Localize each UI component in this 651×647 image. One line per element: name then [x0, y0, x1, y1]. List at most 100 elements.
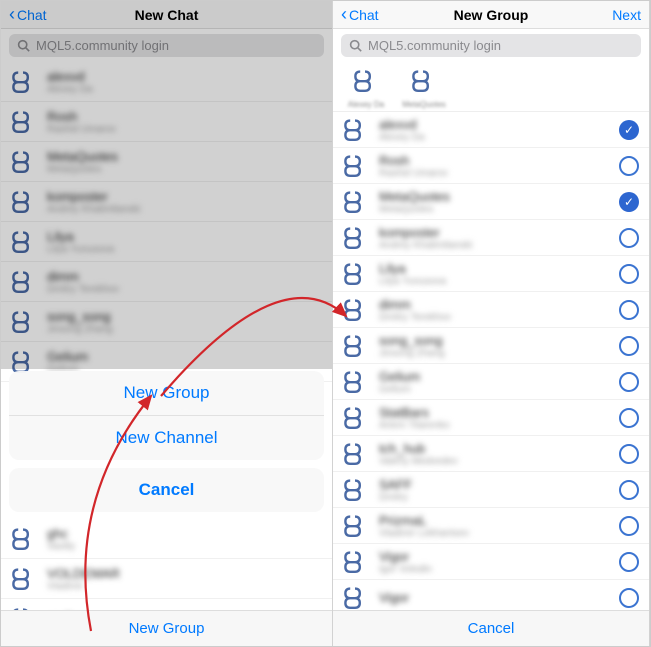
contact-icon — [343, 297, 369, 323]
contact-name: dimm — [379, 297, 611, 312]
contact-row[interactable]: dimmDmitry Terekhov — [1, 262, 332, 302]
contact-name: StatBars — [379, 405, 611, 420]
contact-icon — [11, 149, 37, 175]
contact-sub: Dmitry — [379, 492, 611, 503]
contact-row[interactable]: tch_hubValeriy Medvedev — [333, 436, 649, 472]
contact-name: komposter — [47, 189, 322, 204]
contact-row[interactable]: VigorIgor Volodin — [333, 544, 649, 580]
contact-row[interactable]: song_songJinsong Zhang — [333, 328, 649, 364]
search-icon — [17, 39, 30, 52]
cancel-label: Cancel — [468, 620, 515, 637]
contact-sub: Lilya Yunusova — [47, 244, 322, 255]
checkbox[interactable] — [619, 228, 639, 248]
contact-sub: Gelium — [379, 384, 611, 395]
contact-name: alexvd — [47, 69, 322, 84]
back-button[interactable]: ‹ Chat — [341, 4, 401, 25]
contact-row[interactable]: ghcVasiliy — [1, 519, 332, 559]
checkbox[interactable] — [619, 588, 639, 608]
contact-name: song_song — [379, 333, 611, 348]
contact-row[interactable]: RoshRashid Umarov — [333, 148, 649, 184]
contact-icon — [11, 229, 37, 255]
new-group-option[interactable]: New Group — [9, 371, 324, 416]
contact-name: komposter — [379, 225, 611, 240]
contact-row[interactable]: song_songJinsong Zhang — [1, 302, 332, 342]
contact-name: MetaQuotes — [47, 149, 322, 164]
selected-label: Alexey Da — [343, 100, 389, 109]
search-input[interactable]: MQL5.community login — [9, 34, 324, 57]
checkbox[interactable] — [619, 408, 639, 428]
contact-row[interactable]: alexvdAlexey Da✓ — [333, 112, 649, 148]
selected-contact[interactable]: Alexey Da — [343, 68, 389, 109]
contact-row[interactable]: komposterAndrey Khatimlianski — [1, 182, 332, 222]
contact-row[interactable]: StatBarsArtem Titarenko — [333, 400, 649, 436]
contact-sub: Alexey Da — [379, 132, 611, 143]
action-sheet: New Group New Channel Cancel — [9, 371, 324, 520]
new-group-button[interactable]: New Group — [1, 610, 332, 646]
contact-name: ghc — [47, 526, 322, 541]
contact-row[interactable]: SAFFDmitry — [333, 472, 649, 508]
search-placeholder: MQL5.community login — [368, 38, 501, 53]
contact-sub: Andrey Khatimlianski — [47, 204, 322, 215]
contact-row[interactable]: VOLDEMARVladimir — [1, 559, 332, 599]
checkbox[interactable] — [619, 372, 639, 392]
cancel-button[interactable]: Cancel — [333, 610, 649, 646]
contact-sub: Rashid Umarov — [379, 168, 611, 179]
contact-sub: Vladimir Lekhantsev — [379, 528, 611, 539]
contact-icon — [343, 477, 369, 503]
contact-row[interactable]: RoshRashid Umarov — [1, 102, 332, 142]
contact-icon — [351, 68, 381, 98]
contact-sub: Artem Titarenko — [379, 420, 611, 431]
contact-row[interactable]: PrizmaLVladimir Lekhantsev — [333, 508, 649, 544]
contact-row[interactable]: LilyaLilya Yunusova — [1, 222, 332, 262]
contact-row[interactable]: dimmDmitry Terekhov — [333, 292, 649, 328]
contact-icon — [11, 566, 37, 592]
checkbox[interactable] — [619, 480, 639, 500]
contact-list: alexvdAlexey DaRoshRashid UmarovMetaQuot… — [1, 62, 332, 382]
checkbox[interactable] — [619, 516, 639, 536]
selected-contact[interactable]: MetaQuotes — [401, 68, 447, 109]
back-label: Chat — [17, 7, 47, 23]
checkbox[interactable]: ✓ — [619, 192, 639, 212]
contact-list: alexvdAlexey Da✓RoshRashid UmarovMetaQuo… — [333, 112, 649, 616]
checkbox[interactable] — [619, 444, 639, 464]
contact-row[interactable]: LilyaLilya Yunusova — [333, 256, 649, 292]
contact-name: Rosh — [379, 153, 611, 168]
contact-name: tch_hub — [379, 441, 611, 456]
contact-name: Vigor — [379, 590, 611, 605]
search-placeholder: MQL5.community login — [36, 38, 169, 53]
contact-icon — [11, 526, 37, 552]
contact-row[interactable]: MetaQuotesMetaQuotes✓ — [333, 184, 649, 220]
contact-name: Vigor — [379, 549, 611, 564]
contact-icon — [343, 441, 369, 467]
contact-icon — [343, 405, 369, 431]
search-input[interactable]: MQL5.community login — [341, 34, 641, 57]
contact-row[interactable]: MetaQuotesMetaQuotes — [1, 142, 332, 182]
cancel-button[interactable]: Cancel — [9, 468, 324, 512]
contact-name: Rosh — [47, 109, 322, 124]
page-title: New Group — [454, 7, 529, 23]
contact-icon — [343, 261, 369, 287]
contact-row[interactable]: komposterAndrey Khatimlianski — [333, 220, 649, 256]
checkbox[interactable] — [619, 156, 639, 176]
contact-sub: Alexey Da — [47, 84, 322, 95]
new-channel-option[interactable]: New Channel — [9, 416, 324, 460]
next-button[interactable]: Next — [581, 7, 641, 23]
contact-icon — [343, 549, 369, 575]
contact-row[interactable]: alexvdAlexey Da — [1, 62, 332, 102]
checkbox[interactable]: ✓ — [619, 120, 639, 140]
contact-row[interactable]: GeliumGelium — [333, 364, 649, 400]
checkbox[interactable] — [619, 264, 639, 284]
next-label: Next — [612, 7, 641, 23]
contact-name: Gelium — [379, 369, 611, 384]
back-button[interactable]: ‹ Chat — [9, 4, 69, 25]
contact-icon — [343, 189, 369, 215]
checkbox[interactable] — [619, 552, 639, 572]
contact-icon — [11, 69, 37, 95]
checkbox[interactable] — [619, 300, 639, 320]
page-title: New Chat — [135, 7, 199, 23]
checkbox[interactable] — [619, 336, 639, 356]
selected-label: MetaQuotes — [401, 100, 447, 109]
contact-icon — [343, 153, 369, 179]
selected-strip: Alexey Da MetaQuotes — [333, 62, 649, 112]
contact-name: Gelium — [47, 349, 322, 364]
